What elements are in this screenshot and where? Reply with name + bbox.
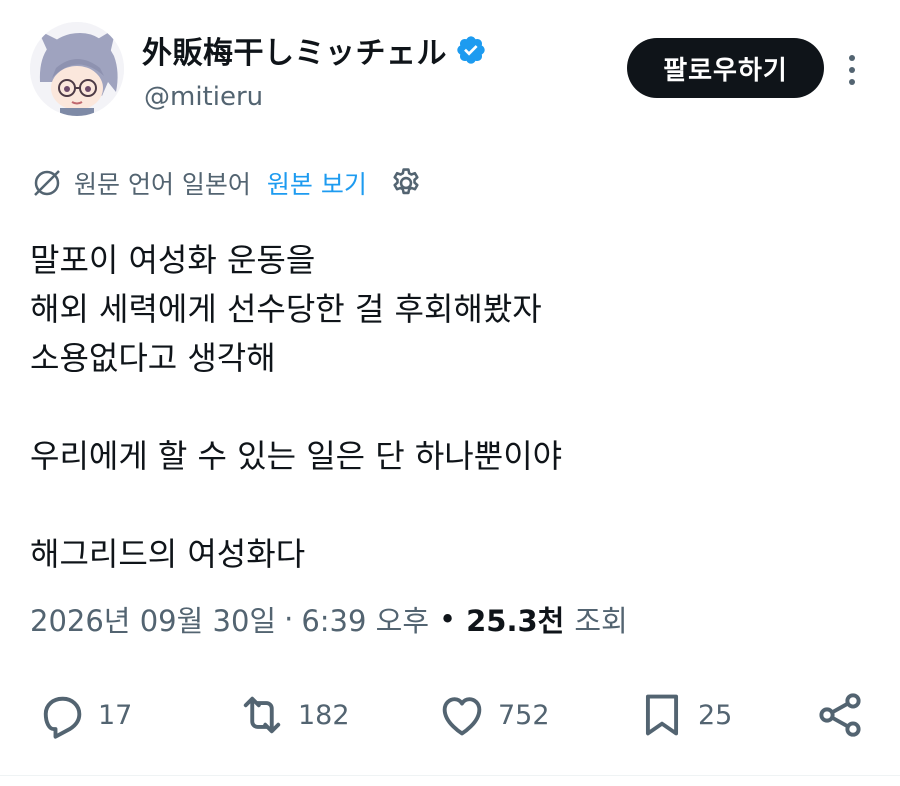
more-vertical-icon[interactable] (842, 50, 862, 90)
name-row: 外販梅干しミッチェル (142, 28, 487, 72)
original-language-label: 원문 언어 일본어 (74, 170, 251, 199)
post-line: 우리에게 할 수 있는 일은 단 하나뿐이야 (30, 437, 563, 475)
avatar-illustration (30, 22, 124, 116)
meta-separator: · (284, 602, 294, 636)
post-text: 말포이 여성화 운동을 해외 세력에게 선수당한 걸 후회해봤자 소용없다고 생… (30, 236, 860, 579)
share-button[interactable] (814, 680, 866, 750)
post-line: 해외 세력에게 선수당한 걸 후회해봤자 (30, 290, 542, 328)
meta-bullet: • (439, 602, 457, 636)
post-time[interactable]: 6:39 오후 (301, 598, 429, 640)
reply-icon (43, 696, 82, 739)
bookmark-count: 25 (698, 699, 733, 731)
verified-badge-icon[interactable] (455, 34, 487, 66)
display-name[interactable]: 外販梅干しミッチェル (142, 28, 447, 72)
post-date[interactable]: 2026년 09월 30일 (30, 598, 276, 640)
show-original-link[interactable]: 원본 보기 (267, 165, 367, 201)
follow-button[interactable]: 팔로우하기 (627, 38, 824, 98)
post-line: 해그리드의 여성화다 (30, 535, 306, 573)
views-count: 25.3천 (466, 604, 565, 638)
like-count: 752 (498, 699, 550, 731)
like-button[interactable]: 752 (436, 680, 550, 750)
views-label: 조회 (574, 604, 628, 638)
user-handle[interactable]: @mitieru (144, 82, 263, 112)
bookmark-icon (645, 694, 679, 736)
post-line-blank (30, 481, 860, 530)
share-icon (819, 693, 861, 737)
action-bar: 17 182 752 25 (30, 680, 870, 750)
post-line: 소용없다고 생각해 (30, 339, 276, 377)
divider (0, 775, 900, 776)
translation-bar: 원문 언어 일본어 원본 보기 (30, 163, 423, 203)
reply-count: 17 (98, 699, 133, 731)
post-line-blank (30, 383, 860, 432)
reply-button[interactable]: 17 (36, 680, 132, 750)
repost-button[interactable]: 182 (236, 680, 350, 750)
repost-count: 182 (298, 699, 350, 731)
gear-icon[interactable] (389, 166, 423, 200)
repost-icon (243, 696, 281, 734)
post-line: 말포이 여성화 운동을 (30, 241, 316, 279)
avatar[interactable] (30, 22, 124, 116)
post-header: 外販梅干しミッチェル @mitieru 팔로우하기 (30, 20, 870, 130)
translate-icon (30, 166, 64, 200)
bookmark-button[interactable]: 25 (636, 680, 732, 750)
heart-icon (442, 697, 482, 736)
post-meta: 2026년 09월 30일 · 6:39 오후 • 25.3천 조회 (30, 598, 628, 640)
